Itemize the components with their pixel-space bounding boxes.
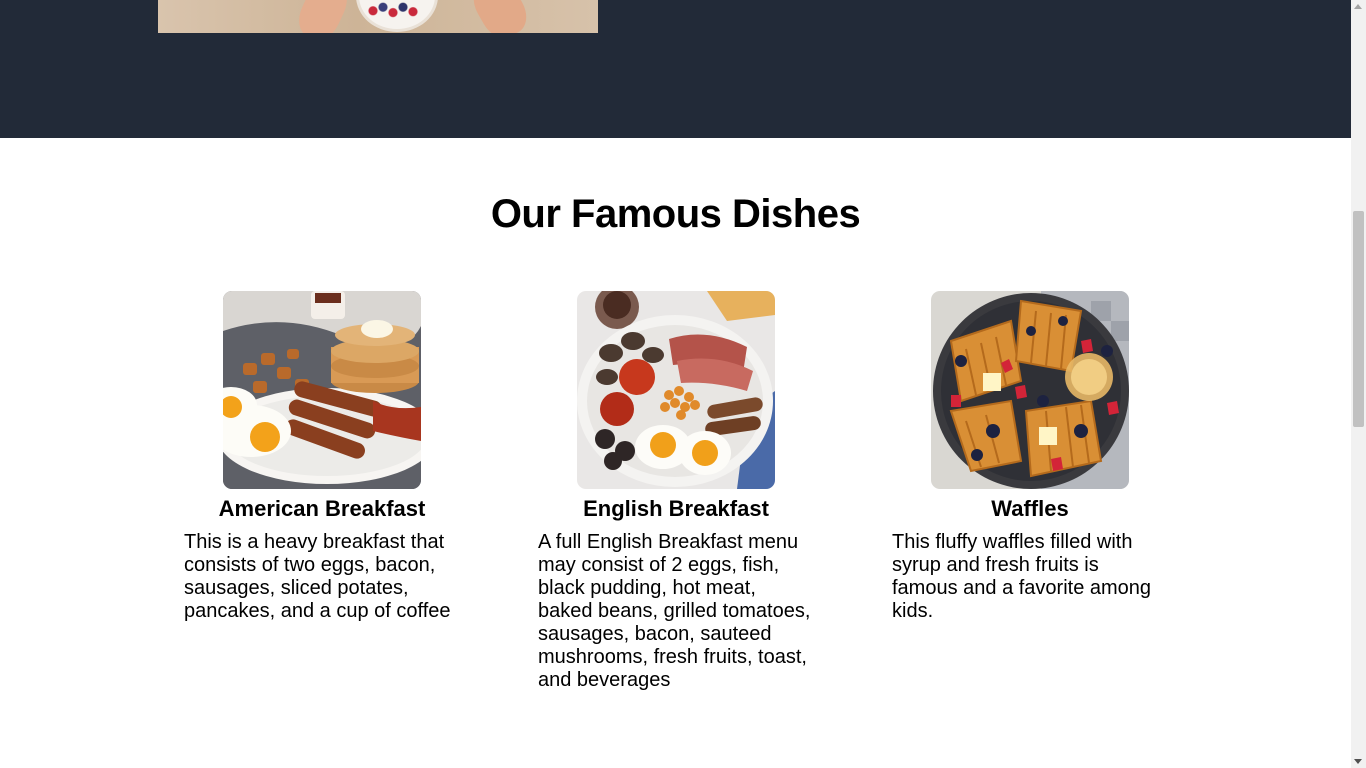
waffles-name: Waffles xyxy=(991,496,1069,521)
english-breakfast-image xyxy=(577,291,775,489)
scroll-down-arrow-icon[interactable] xyxy=(1354,759,1362,764)
scroll-up-arrow-icon[interactable] xyxy=(1354,4,1362,9)
american-breakfast-image xyxy=(223,291,421,489)
american-breakfast-name: American Breakfast xyxy=(218,496,426,521)
waffles-image xyxy=(931,291,1129,489)
page-scrollbar[interactable] xyxy=(1351,0,1366,768)
scrollbar-thumb[interactable] xyxy=(1353,211,1364,427)
page: Our Famous Dishes American Breakfast Thi… xyxy=(0,0,1366,768)
hero-berries xyxy=(368,0,418,18)
section-title: Our Famous Dishes xyxy=(490,192,861,236)
hero-section xyxy=(0,0,1351,138)
dish-card-american-breakfast: American Breakfast This is a heavy break… xyxy=(172,291,472,623)
hero-hand-left xyxy=(292,0,354,33)
hero-hand-right xyxy=(465,0,535,33)
dish-card-waffles: Waffles This fluffy waffles filled with … xyxy=(880,291,1180,623)
english-breakfast-description: A full English Breakfast menu may consis… xyxy=(538,531,811,691)
waffles-description: This fluffy waffles filled with syrup an… xyxy=(892,531,1152,622)
dish-card-english-breakfast: English Breakfast A full English Breakfa… xyxy=(526,291,826,692)
american-breakfast-description: This is a heavy breakfast that consists … xyxy=(184,531,451,622)
hero-image xyxy=(158,0,598,33)
english-breakfast-name: English Breakfast xyxy=(583,496,769,521)
